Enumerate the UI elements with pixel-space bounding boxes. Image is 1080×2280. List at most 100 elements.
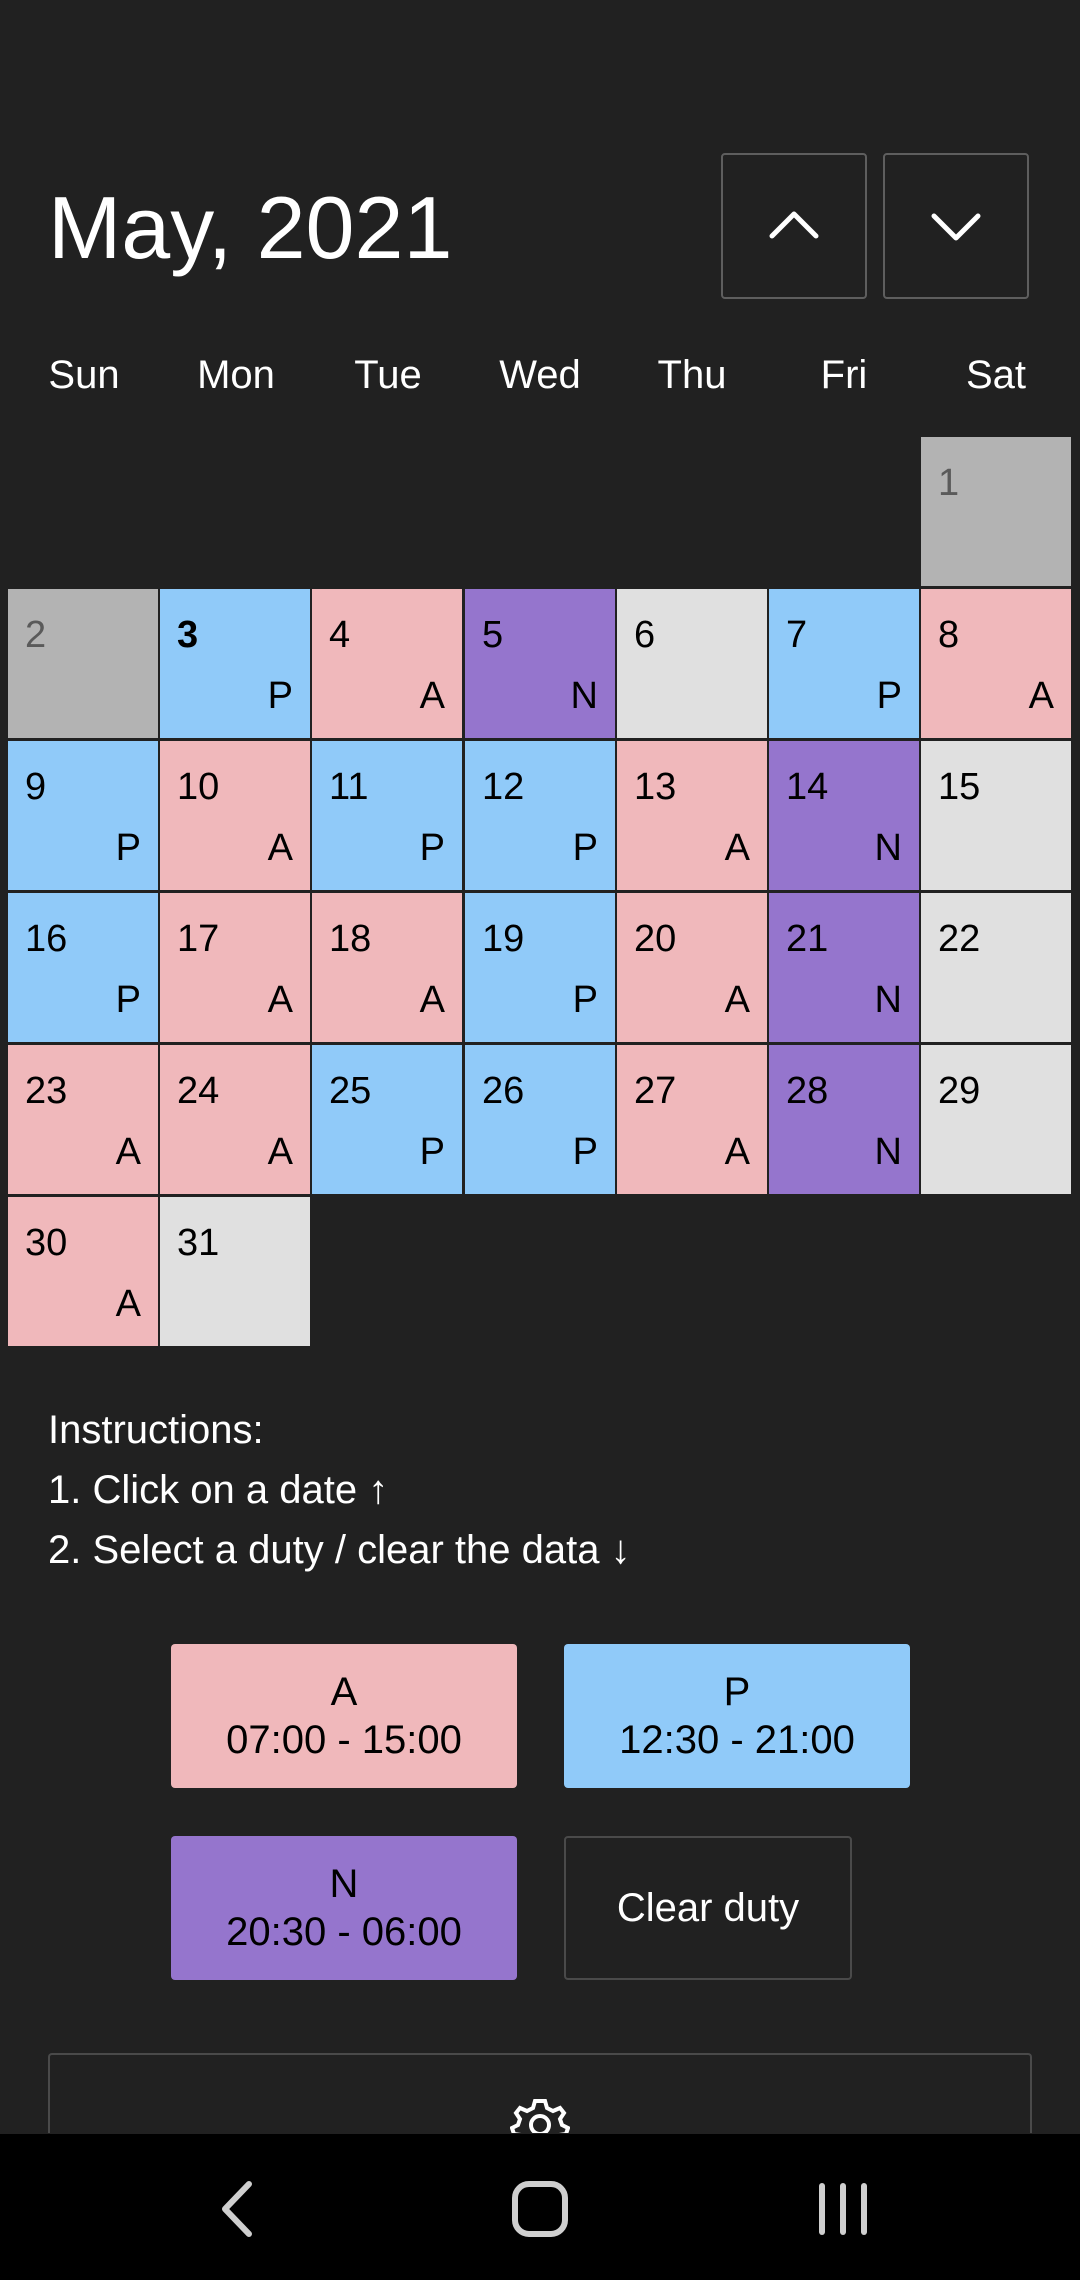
calendar-day-duty: A — [267, 1131, 293, 1173]
chevron-up-icon — [769, 211, 819, 239]
calendar-day-number: 14 — [786, 766, 829, 808]
calendar-day-duty: P — [572, 1131, 598, 1173]
calendar-day-number: 12 — [482, 766, 525, 808]
calendar-day-19[interactable]: 19 P — [465, 893, 615, 1042]
calendar-day-31[interactable]: 31 — [160, 1197, 310, 1346]
calendar-day-3[interactable]: 3P — [160, 589, 310, 738]
calendar-day-20[interactable]: 20 A — [617, 893, 767, 1042]
calendar-day-8[interactable]: 8A — [921, 589, 1071, 738]
calendar-day-number: 8 — [938, 614, 960, 656]
calendar-day-24[interactable]: 24 A — [160, 1045, 310, 1194]
calendar-day-5[interactable]: 5N — [465, 589, 615, 738]
instructions: Instructions: 1. Click on a date ↑ 2. Se… — [48, 1400, 631, 1580]
duty-n-time: 20:30 - 06:00 — [226, 1910, 462, 1954]
calendar-day-duty: A — [267, 827, 293, 869]
duty-n-code: N — [329, 1862, 359, 1906]
calendar-day-16[interactable]: 16 P — [8, 893, 158, 1042]
calendar-day-duty: A — [419, 675, 445, 717]
calendar-day-11[interactable]: 11 P — [312, 741, 462, 890]
calendar-day-4[interactable]: 4A — [312, 589, 462, 738]
instruction-step-1: 1. Click on a date ↑ — [48, 1468, 389, 1512]
calendar-day-number: 2 — [25, 614, 47, 656]
calendar-day-duty: A — [267, 979, 293, 1021]
calendar-day-duty: A — [419, 979, 445, 1021]
duty-n-button[interactable]: N 20:30 - 06:00 — [171, 1836, 517, 1980]
calendar-day-27[interactable]: 27 A — [617, 1045, 767, 1194]
calendar-day-9[interactable]: 9P — [8, 741, 158, 890]
calendar-day-duty: A — [115, 1131, 141, 1173]
calendar-day-25[interactable]: 25 P — [312, 1045, 462, 1194]
calendar-day-number: 17 — [177, 918, 220, 960]
duty-p-button[interactable]: P 12:30 - 21:00 — [564, 1644, 910, 1788]
calendar-day-number: 18 — [329, 918, 372, 960]
previous-month-button[interactable] — [721, 153, 867, 299]
calendar-day-number: 22 — [938, 918, 981, 960]
instructions-title: Instructions: — [48, 1408, 264, 1452]
weekday-sat: Sat — [965, 353, 1027, 397]
calendar-day-14[interactable]: 14 N — [769, 741, 919, 890]
calendar-day-number: 9 — [25, 766, 47, 808]
calendar-day-number: 19 — [482, 918, 525, 960]
calendar-day-number: 31 — [177, 1222, 220, 1264]
next-month-button[interactable] — [883, 153, 1029, 299]
calendar-day-duty: A — [724, 827, 750, 869]
calendar-day-number: 24 — [177, 1070, 220, 1112]
calendar-day-7[interactable]: 7P — [769, 589, 919, 738]
calendar-day-number: 21 — [786, 918, 829, 960]
calendar-day-21[interactable]: 21 N — [769, 893, 919, 1042]
clear-duty-button[interactable]: Clear duty — [564, 1836, 852, 1980]
duty-a-button[interactable]: A 07:00 - 15:00 — [171, 1644, 517, 1788]
calendar-day-number: 27 — [634, 1070, 677, 1112]
calendar-day-28[interactable]: 28 N — [769, 1045, 919, 1194]
calendar-day-number: 6 — [634, 614, 656, 656]
calendar-day-15[interactable]: 15 — [921, 741, 1071, 890]
weekday-fri: Fri — [820, 353, 868, 397]
calendar-day-17[interactable]: 17 A — [160, 893, 310, 1042]
calendar-day-duty: A — [724, 1131, 750, 1173]
calendar-day-number: 20 — [634, 918, 677, 960]
calendar-day-number: 29 — [938, 1070, 981, 1112]
calendar-day-duty: N — [874, 827, 902, 869]
calendar-day-29[interactable]: 29 — [921, 1045, 1071, 1194]
calendar-day-duty: N — [874, 1131, 902, 1173]
calendar-day-number: 11 — [329, 766, 369, 808]
settings-button[interactable] — [48, 2053, 1032, 2133]
calendar-day-duty: P — [419, 827, 445, 869]
calendar-day-10[interactable]: 10 A — [160, 741, 310, 890]
weekday-sun: Sun — [48, 353, 120, 397]
calendar-day-22[interactable]: 22 — [921, 893, 1071, 1042]
calendar-day-1[interactable]: 1 — [921, 437, 1071, 586]
calendar-day-number: 23 — [25, 1070, 68, 1112]
back-icon[interactable] — [203, 2174, 273, 2244]
chevron-down-icon — [931, 213, 981, 241]
calendar-header: May, 2021 — [0, 0, 1080, 330]
calendar-day-30[interactable]: 30 A — [8, 1197, 158, 1346]
calendar-day-number: 28 — [786, 1070, 829, 1112]
calendar-day-duty: A — [724, 979, 750, 1021]
calendar-day-duty: N — [874, 979, 902, 1021]
calendar-day-duty: P — [115, 827, 141, 869]
calendar-day-13[interactable]: 13 A — [617, 741, 767, 890]
calendar-day-duty: P — [572, 979, 598, 1021]
calendar-day-duty: P — [876, 675, 902, 717]
calendar-day-number: 3 — [177, 614, 199, 656]
weekday-tue: Tue — [354, 353, 422, 397]
calendar-grid: 1 2 3 P 4 A 5 N 6 7 P 8 A 9 P 10 A 11 P 12 P 13 A 14 N 15 16 P 17 A 18… — [8, 437, 1074, 1349]
calendar-day-6[interactable]: 6 — [617, 589, 767, 738]
calendar-day-2[interactable]: 2 — [8, 589, 158, 738]
calendar-day-duty: P — [572, 827, 598, 869]
calendar-day-23[interactable]: 23 A — [8, 1045, 158, 1194]
calendar-day-duty: P — [115, 979, 141, 1021]
duty-a-code: A — [330, 1670, 358, 1714]
duty-p-time: 12:30 - 21:00 — [619, 1718, 855, 1762]
calendar-day-26[interactable]: 26 P — [465, 1045, 615, 1194]
duty-p-code: P — [723, 1670, 751, 1714]
instruction-step-2: 2. Select a duty / clear the data ↓ — [48, 1528, 631, 1572]
calendar-day-12[interactable]: 12 P — [465, 741, 615, 890]
calendar-day-number: 30 — [25, 1222, 68, 1264]
recents-icon[interactable] — [808, 2174, 878, 2244]
home-icon[interactable] — [505, 2174, 575, 2244]
calendar-day-18[interactable]: 18 A — [312, 893, 462, 1042]
system-navigation-bar — [0, 2134, 1080, 2280]
weekday-wed: Wed — [499, 353, 581, 397]
